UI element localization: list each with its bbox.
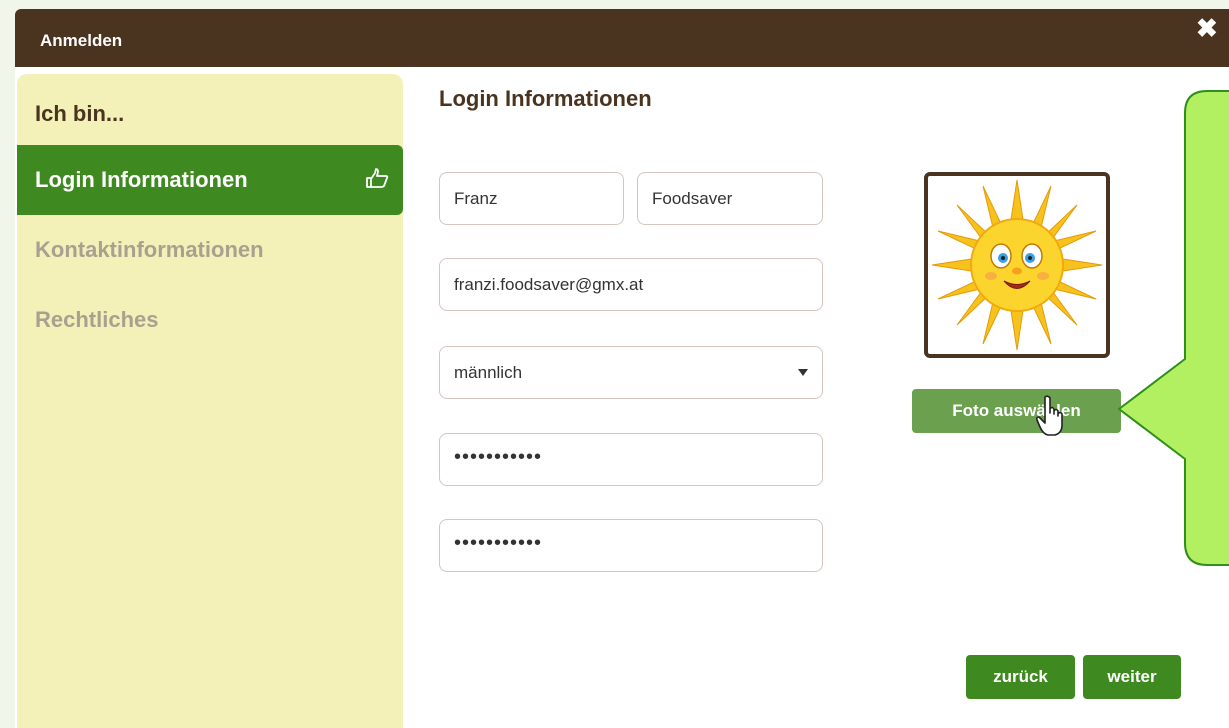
sidebar-item-label: Kontaktinformationen bbox=[35, 237, 264, 262]
password-value: ••••••••••• bbox=[454, 445, 543, 468]
first-name-input[interactable]: Franz bbox=[439, 172, 624, 225]
email-field[interactable]: franzi.foodsaver@gmx.at bbox=[439, 258, 823, 311]
dialog-title: Anmelden bbox=[40, 31, 123, 50]
sidebar-item-label: Login Informationen bbox=[35, 167, 248, 192]
hand-cursor-icon bbox=[1035, 395, 1063, 436]
chevron-down-icon bbox=[798, 369, 808, 376]
sidebar: Ich bin... Login Informationen Kontaktin… bbox=[17, 74, 403, 728]
select-photo-button[interactable]: Foto auswählen bbox=[912, 389, 1121, 433]
back-button[interactable]: zurück bbox=[966, 655, 1075, 699]
sidebar-item-login-informationen[interactable]: Login Informationen bbox=[17, 145, 403, 215]
sidebar-heading: Ich bin... bbox=[35, 101, 125, 126]
password-repeat-field[interactable]: ••••••••••• bbox=[439, 519, 823, 572]
dialog-titlebar: Anmelden bbox=[15, 9, 1229, 67]
pointing-hand-icon bbox=[366, 168, 389, 188]
gender-select[interactable]: männlich bbox=[439, 346, 823, 399]
next-button[interactable]: weiter bbox=[1083, 655, 1181, 699]
sidebar-item-kontaktinformationen[interactable]: Kontaktinformationen bbox=[17, 215, 403, 285]
sun-smiley-image bbox=[931, 179, 1103, 351]
profile-photo bbox=[924, 172, 1110, 358]
close-icon[interactable]: ✖ bbox=[1196, 15, 1218, 41]
password-repeat-value: ••••••••••• bbox=[454, 531, 543, 554]
password-field[interactable]: ••••••••••• bbox=[439, 433, 823, 486]
sidebar-item-label: Rechtliches bbox=[35, 307, 159, 332]
first-name-value: Franz bbox=[454, 188, 498, 208]
email-value: franzi.foodsaver@gmx.at bbox=[454, 274, 644, 294]
sidebar-item-rechtliches[interactable]: Rechtliches bbox=[17, 285, 403, 355]
back-label: zurück bbox=[993, 667, 1048, 686]
callout-bubble bbox=[1118, 90, 1229, 566]
gender-value: männlich bbox=[454, 362, 523, 382]
last-name-input[interactable]: Foodsaver bbox=[637, 172, 823, 225]
section-title: Login Informationen bbox=[439, 86, 652, 111]
next-label: weiter bbox=[1107, 667, 1157, 686]
last-name-value: Foodsaver bbox=[652, 188, 733, 208]
